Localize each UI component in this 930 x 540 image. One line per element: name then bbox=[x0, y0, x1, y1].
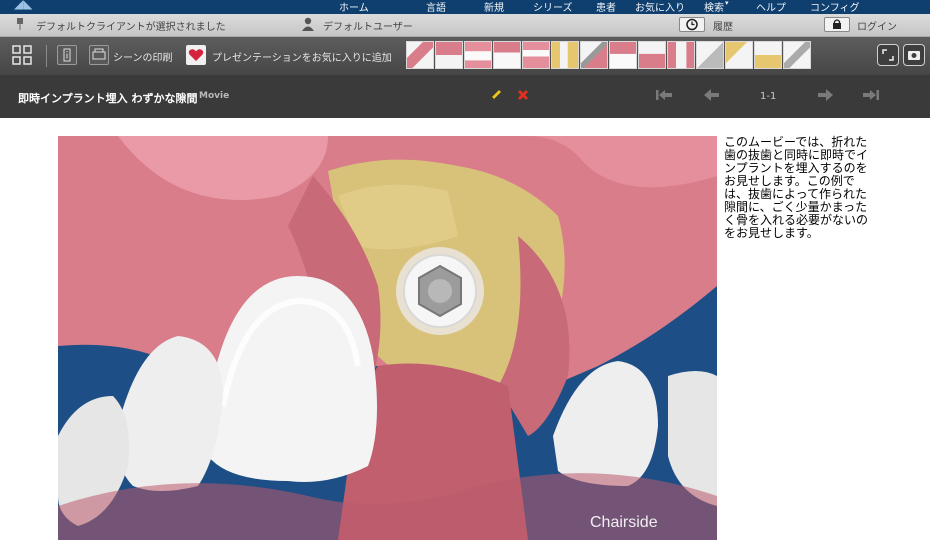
nav-patient[interactable]: 患者 bbox=[596, 0, 616, 14]
scene-info-button[interactable] bbox=[57, 45, 77, 65]
scene-thumbnail[interactable] bbox=[609, 41, 637, 69]
history-button[interactable] bbox=[679, 17, 705, 32]
lock-icon bbox=[833, 19, 841, 29]
print-scene-label[interactable]: シーンの印刷 bbox=[113, 49, 173, 64]
nav-favorites[interactable]: お気に入り bbox=[635, 0, 685, 14]
scene-thumbnail[interactable] bbox=[435, 41, 463, 69]
nav-config[interactable]: コンフィグ bbox=[810, 0, 860, 14]
nav-language[interactable]: 言語 bbox=[426, 0, 446, 14]
login-label[interactable]: ログイン bbox=[857, 18, 897, 33]
scene-thumbnail[interactable] bbox=[493, 41, 521, 69]
scene-thumbnail[interactable] bbox=[783, 41, 811, 69]
page-indicator: 1-1 bbox=[760, 91, 777, 102]
previous-page-icon[interactable] bbox=[703, 87, 721, 103]
add-favorite-label[interactable]: プレゼンテーションをお気に入りに追加 bbox=[212, 49, 392, 64]
login-button[interactable] bbox=[824, 17, 850, 32]
presentation-title-bar: 即時インプラント埋入 わずかな隙間 Movie 1-1 bbox=[0, 75, 930, 118]
scene-thumbnail[interactable] bbox=[667, 41, 695, 69]
print-scene-button[interactable] bbox=[89, 45, 109, 65]
pencil-icon[interactable] bbox=[489, 88, 503, 102]
nav-help[interactable]: ヘルプ bbox=[756, 0, 786, 14]
scene-thumbnail[interactable] bbox=[551, 41, 579, 69]
fullscreen-icon bbox=[882, 49, 894, 61]
fullscreen-button[interactable] bbox=[877, 44, 899, 66]
nav-home[interactable]: ホーム bbox=[339, 0, 369, 14]
top-nav: ◢◣ ホーム 言語 新規 シリーズ 患者 お気に入り 検索 ヘルプ コンフィグ bbox=[0, 0, 930, 14]
user-status-text: デフォルトユーザー bbox=[323, 22, 413, 33]
chairside-watermark: Chairside bbox=[590, 514, 658, 531]
presentation-title: 即時インプラント埋入 わずかな隙間 bbox=[18, 92, 198, 105]
printer-icon bbox=[92, 48, 106, 60]
nav-search[interactable]: 検索 bbox=[704, 0, 729, 14]
scene-thumbnail[interactable] bbox=[406, 41, 434, 69]
heart-icon bbox=[188, 49, 204, 61]
scene-thumbnail[interactable] bbox=[696, 41, 724, 69]
delete-icon[interactable] bbox=[516, 88, 530, 102]
expand-grid-button[interactable] bbox=[12, 45, 32, 65]
first-page-icon[interactable] bbox=[655, 87, 673, 103]
scene-thumbnail[interactable] bbox=[464, 41, 492, 69]
camera-button[interactable] bbox=[903, 44, 925, 66]
app-logo-icon: ◢◣ bbox=[14, 0, 33, 11]
next-page-icon[interactable] bbox=[816, 87, 834, 103]
scene-thumbnail[interactable] bbox=[725, 41, 753, 69]
clock-icon bbox=[686, 18, 698, 31]
pin-icon bbox=[17, 18, 23, 30]
scene-thumbnail[interactable] bbox=[580, 41, 608, 69]
movie-player[interactable] bbox=[58, 136, 717, 540]
user-icon bbox=[302, 17, 314, 31]
info-icon bbox=[63, 48, 71, 62]
scene-description: このムービーでは、折れた歯の抜歯と同時に即時でインプラントを埋入するのをお見せし… bbox=[724, 135, 869, 240]
nav-new[interactable]: 新規 bbox=[484, 0, 504, 14]
status-bar: デフォルトクライアントが選択されました デフォルトユーザー 履歴 ログイン bbox=[0, 14, 930, 37]
media-type-label: Movie bbox=[199, 91, 230, 101]
scene-thumbnail[interactable] bbox=[522, 41, 550, 69]
camera-icon bbox=[908, 51, 920, 60]
nav-series[interactable]: シリーズ bbox=[533, 0, 573, 14]
toolbar: シーンの印刷 プレゼンテーションをお気に入りに追加 bbox=[0, 37, 930, 75]
last-page-icon[interactable] bbox=[862, 87, 880, 103]
dental-implant-illustration bbox=[58, 136, 717, 540]
client-status-text: デフォルトクライアントが選択されました bbox=[36, 22, 226, 33]
grid-icon bbox=[12, 45, 32, 65]
scene-thumbnail[interactable] bbox=[638, 41, 666, 69]
scene-thumbnail[interactable] bbox=[754, 41, 782, 69]
add-favorite-button[interactable] bbox=[186, 45, 206, 65]
toolbar-divider bbox=[46, 45, 47, 67]
history-label[interactable]: 履歴 bbox=[713, 18, 733, 33]
